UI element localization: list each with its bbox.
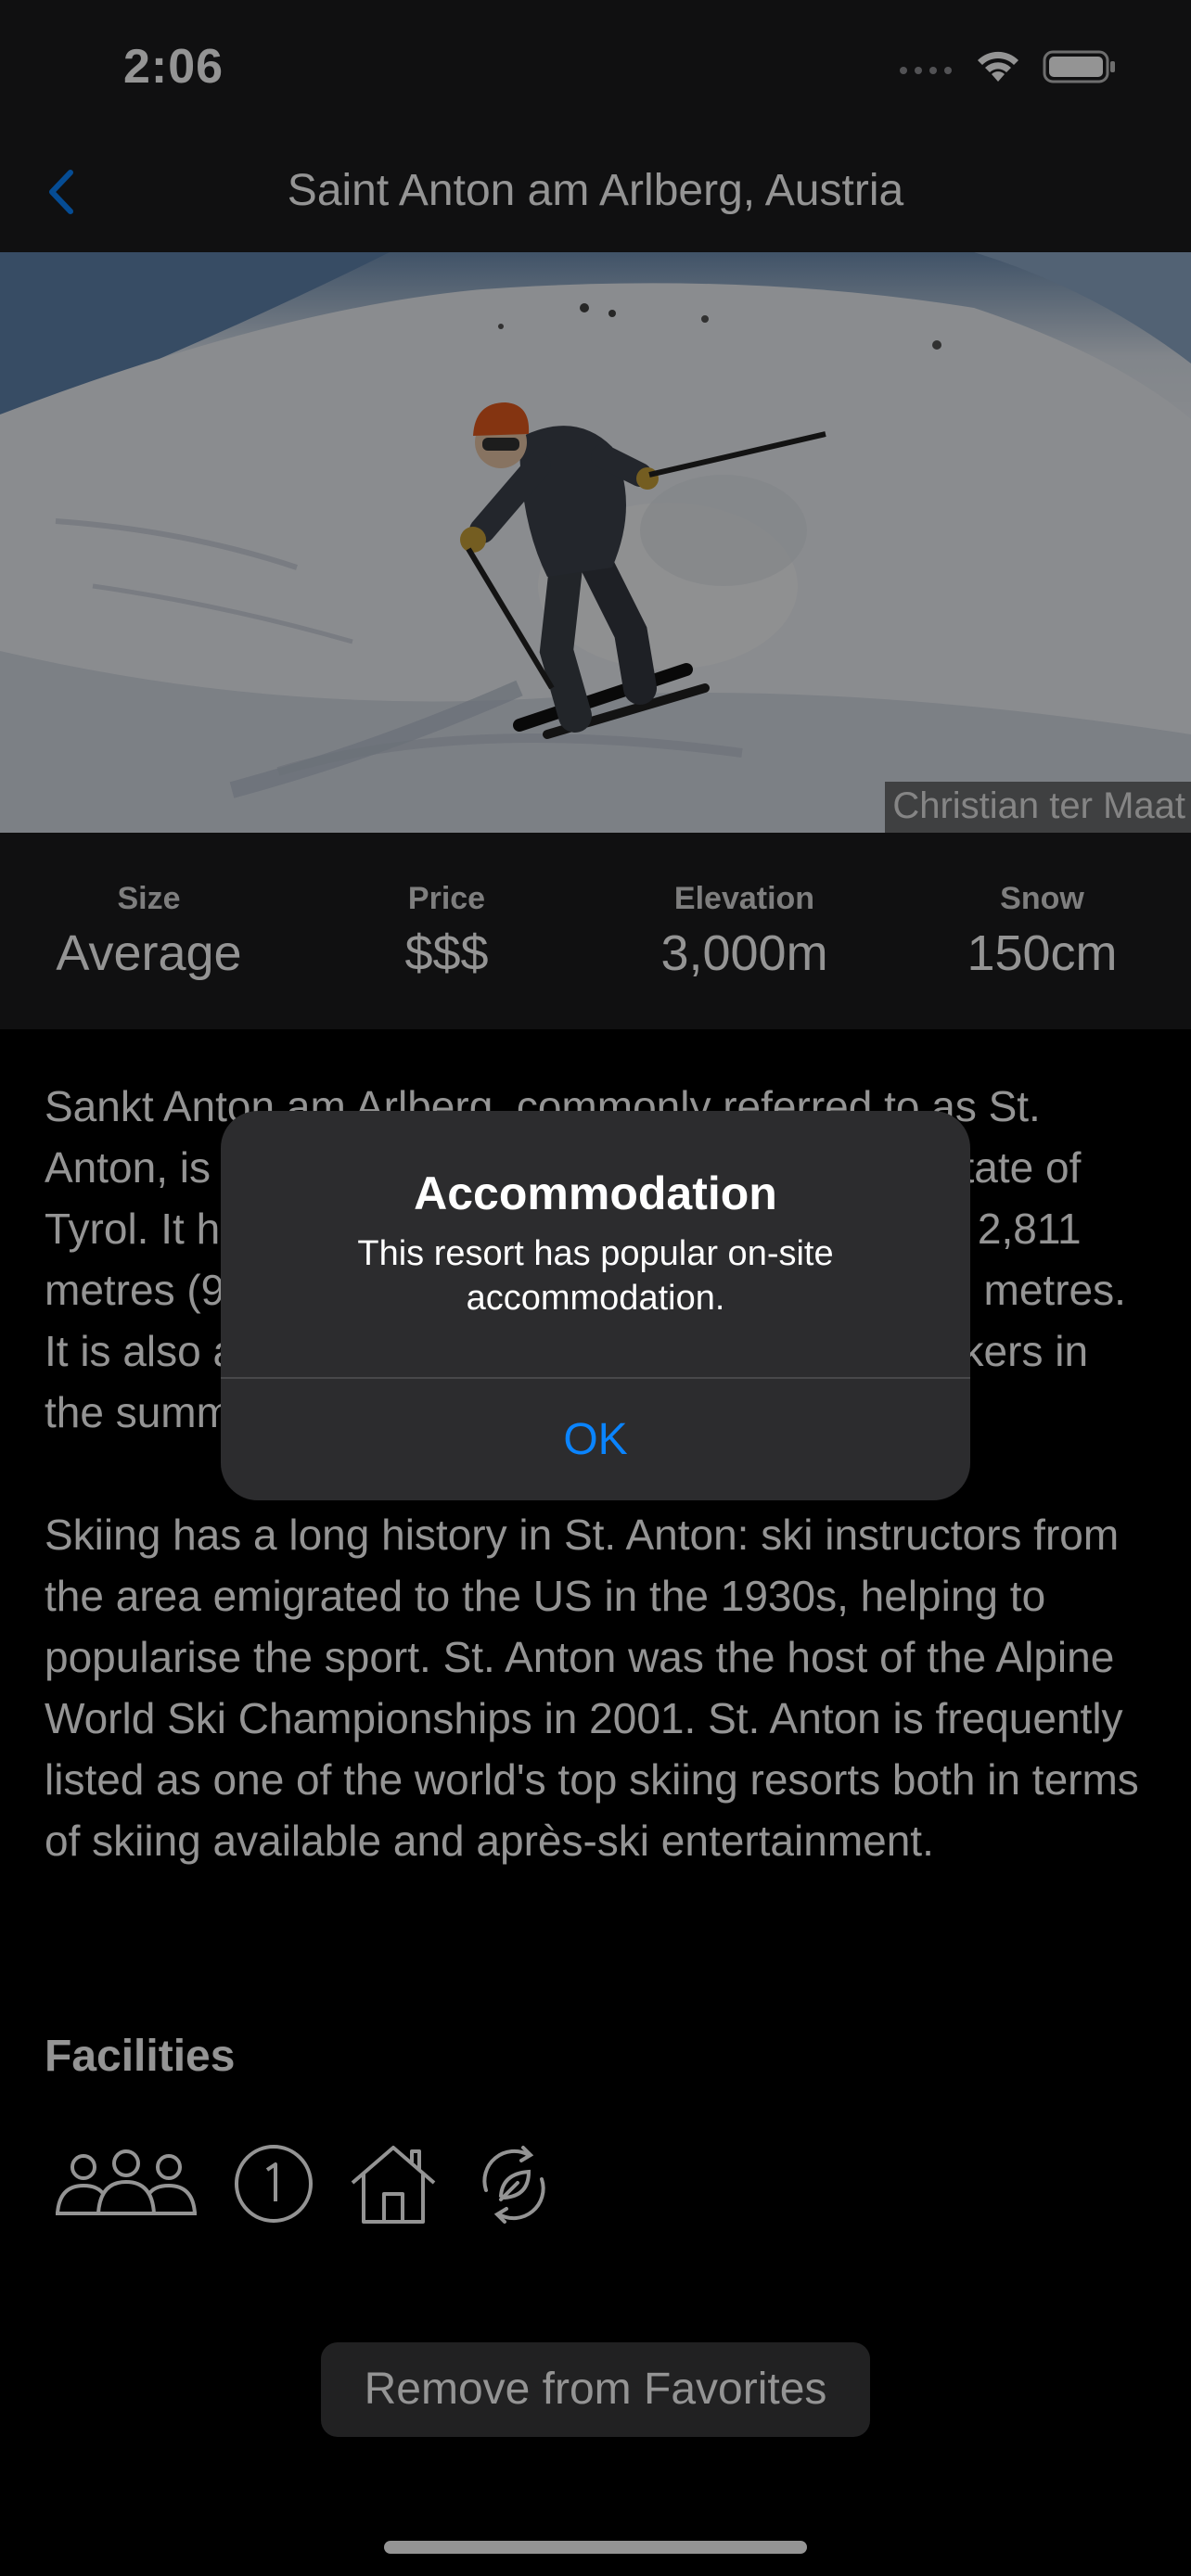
accommodation-alert: Accommodation This resort has popular on… <box>221 1111 970 1500</box>
alert-ok-button[interactable]: OK <box>221 1379 970 1500</box>
alert-message: This resort has popular on-site accommod… <box>357 1234 834 1318</box>
resort-detail-screen: 2:06 Saint Anton am Arlberg, Austria Chr… <box>0 0 1191 2576</box>
alert-title: Accommodation <box>414 1167 777 1219</box>
